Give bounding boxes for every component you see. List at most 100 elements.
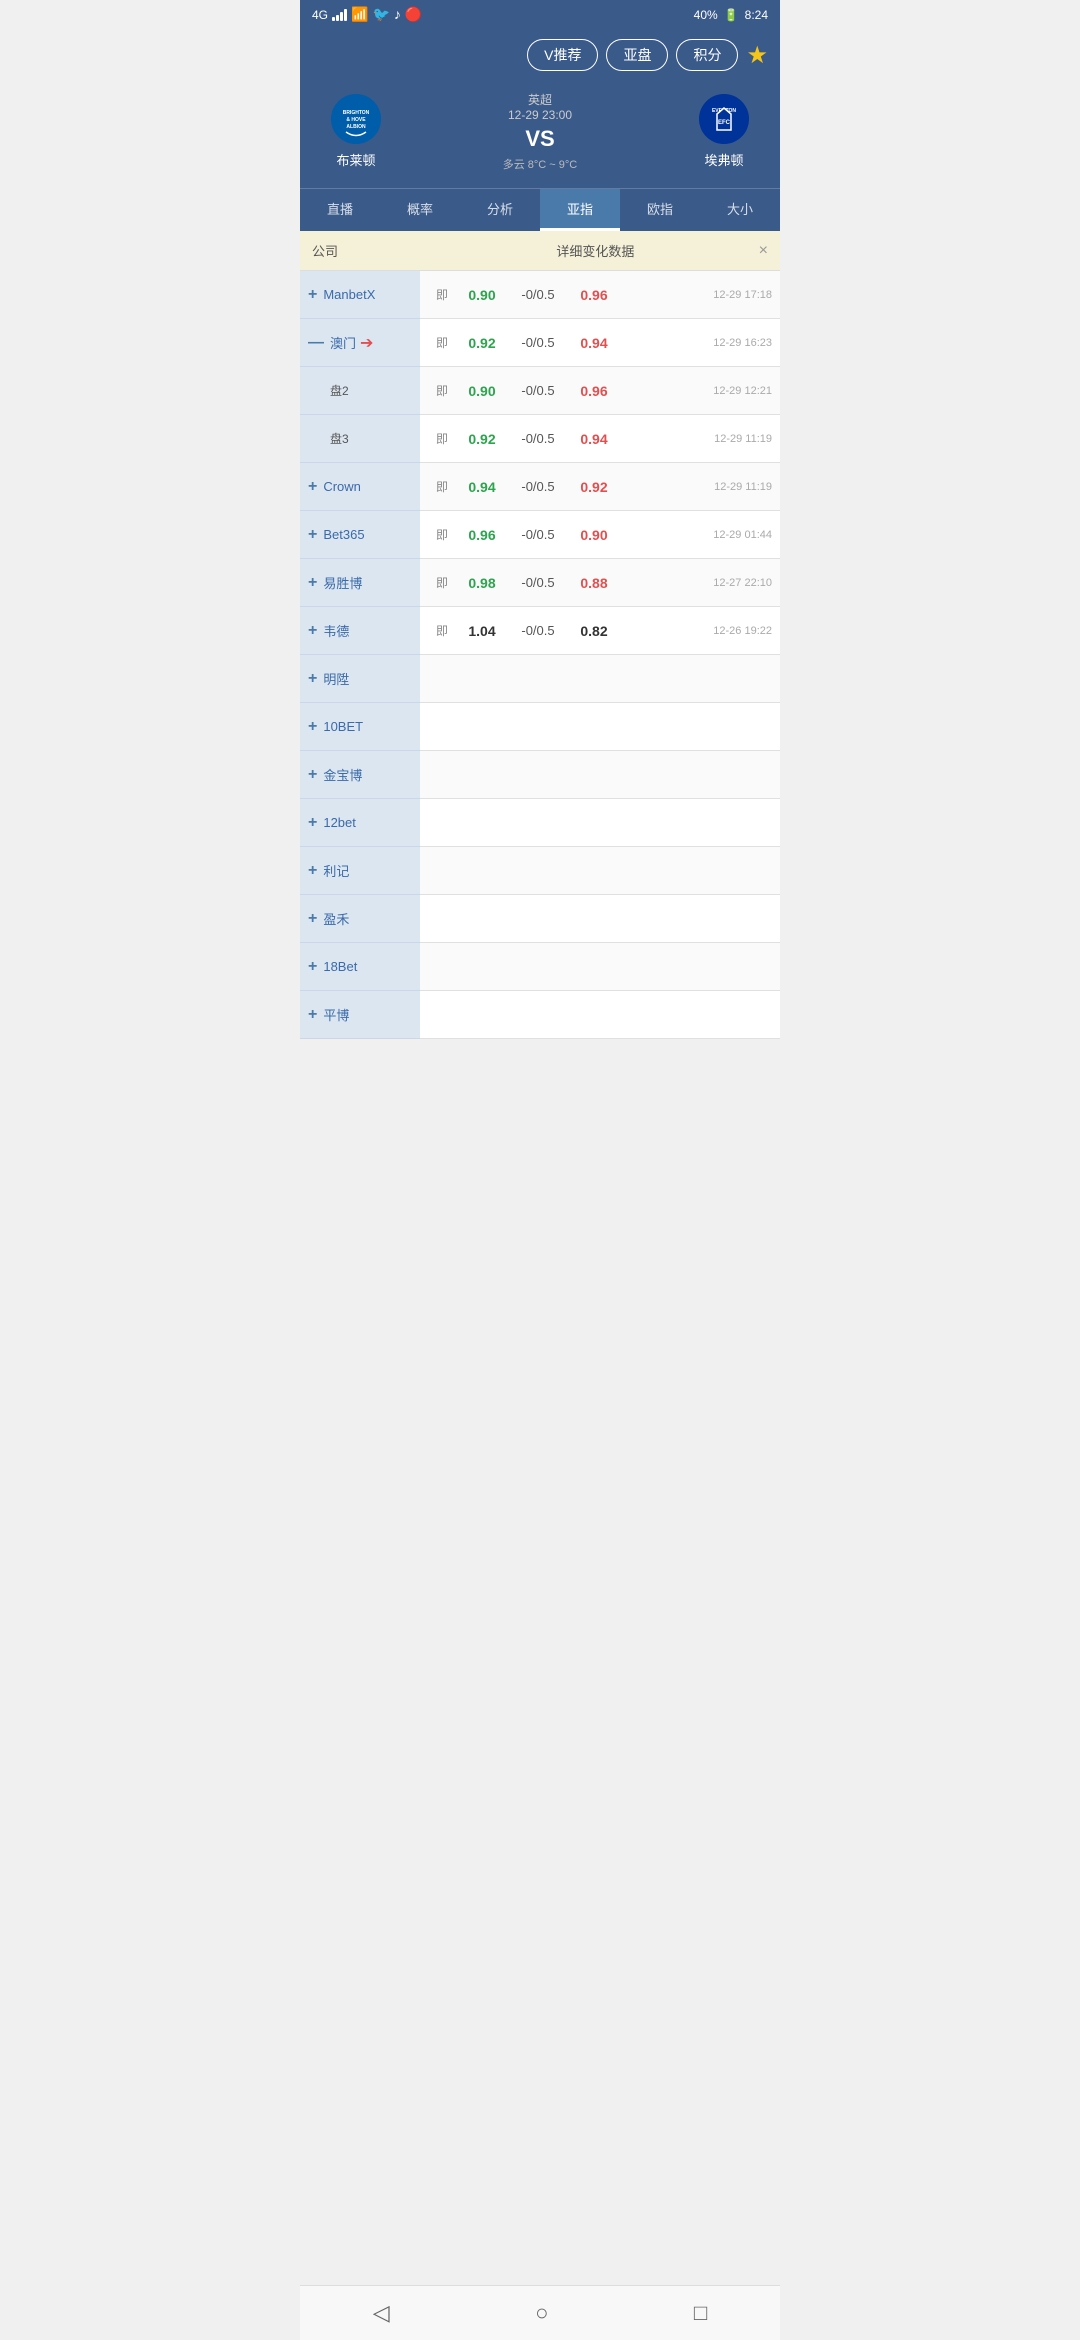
cell-odds1-3: 0.92 [456, 431, 508, 447]
cell-odds1-6: 0.98 [456, 575, 508, 591]
team-name-left: 布莱顿 [336, 150, 375, 169]
company-name-12bet: 12bet [323, 815, 356, 830]
app-icon-1: 🐦 [372, 6, 389, 23]
data-row-5: 即 0.96 -0/0.5 0.90 12-29 01:44 [420, 511, 780, 559]
cell-spread-0: -0/0.5 [508, 287, 568, 302]
data-row-2: 即 0.90 -0/0.5 0.96 12-29 12:21 [420, 367, 780, 415]
company-jinbaibo[interactable]: + 金宝博 [300, 751, 420, 799]
tab-asia-index[interactable]: 亚指 [540, 189, 620, 231]
cell-spread-4: -0/0.5 [508, 479, 568, 494]
company-18bet[interactable]: + 18Bet [300, 943, 420, 991]
cell-spread-2: -0/0.5 [508, 383, 568, 398]
data-row-4: 即 0.94 -0/0.5 0.92 12-29 11:19 [420, 463, 780, 511]
cell-ji-7: 即 [428, 622, 456, 639]
cell-time-1: 12-29 16:23 [620, 337, 772, 349]
company-bet365[interactable]: + Bet365 [300, 511, 420, 559]
th-company: 公司 [312, 241, 432, 260]
company-12bet[interactable]: + 12bet [300, 799, 420, 847]
company-manbetx[interactable]: + ManbetX [300, 271, 420, 319]
signal-bar-2 [336, 15, 339, 21]
cell-odds2-4: 0.92 [568, 479, 620, 495]
company-name-macau: 澳门 [330, 333, 356, 352]
score-button[interactable]: 积分 [676, 39, 738, 71]
recent-button[interactable]: □ [694, 2300, 707, 2326]
cell-odds1-2: 0.90 [456, 383, 508, 399]
company-pan3[interactable]: 盘3 [300, 415, 420, 463]
close-button[interactable]: × [759, 242, 768, 260]
expand-icon-yinghe: + [308, 910, 317, 928]
left-column: + ManbetX — 澳门 ➔ 盘2 盘3 + Crown + Bet365 [300, 271, 420, 1039]
brighton-logo-svg: BRIGHTON & HOVE ALBION [331, 94, 381, 144]
cell-odds1-0: 0.90 [456, 287, 508, 303]
svg-text:ALBION: ALBION [346, 124, 366, 130]
asia-odds-button[interactable]: 亚盘 [606, 39, 668, 71]
company-name-weide: 韦德 [323, 621, 349, 640]
tab-live[interactable]: 直播 [300, 189, 380, 231]
company-mingsheng[interactable]: + 明陞 [300, 655, 420, 703]
back-button[interactable]: ◁ [373, 2300, 390, 2326]
cell-ji-1: 即 [428, 334, 456, 351]
match-time: 12-29 23:00 [396, 108, 684, 122]
home-button[interactable]: ○ [535, 2300, 548, 2326]
cell-ji-3: 即 [428, 430, 456, 447]
team-logo-everton: EVERTON EFC [699, 94, 749, 144]
expand-icon-yishengbo: + [308, 574, 317, 592]
expand-icon-weide: + [308, 622, 317, 640]
cell-ji-6: 即 [428, 574, 456, 591]
team-name-right: 埃弗顿 [704, 150, 743, 169]
company-pingbo[interactable]: + 平博 [300, 991, 420, 1039]
company-macau[interactable]: — 澳门 ➔ [300, 319, 420, 367]
v-recommend-button[interactable]: V推荐 [527, 39, 598, 71]
cell-time-7: 12-26 19:22 [620, 625, 772, 637]
signal-bars [332, 9, 347, 21]
company-crown[interactable]: + Crown [300, 463, 420, 511]
company-yishengbo[interactable]: + 易胜博 [300, 559, 420, 607]
cell-odds2-7: 0.82 [568, 623, 620, 639]
expand-icon-10bet: + [308, 718, 317, 736]
battery-icon: 🔋 [724, 8, 739, 22]
tab-size[interactable]: 大小 [700, 189, 780, 231]
cell-spread-5: -0/0.5 [508, 527, 568, 542]
match-vs: VS [396, 126, 684, 152]
data-row-empty-9 [420, 703, 780, 751]
company-pan2[interactable]: 盘2 [300, 367, 420, 415]
cell-odds2-5: 0.90 [568, 527, 620, 543]
tab-analysis[interactable]: 分析 [460, 189, 540, 231]
match-header: BRIGHTON & HOVE ALBION 布莱顿 英超 12-29 23:0… [300, 81, 780, 188]
cell-time-0: 12-29 17:18 [620, 289, 772, 301]
team-logo-brighton: BRIGHTON & HOVE ALBION [331, 94, 381, 144]
tabs-row: 直播 概率 分析 亚指 欧指 大小 [300, 188, 780, 231]
company-weide[interactable]: + 韦德 [300, 607, 420, 655]
star-button[interactable]: ★ [746, 41, 768, 70]
data-row-empty-15 [420, 991, 780, 1039]
team-left: BRIGHTON & HOVE ALBION 布莱顿 [316, 94, 396, 169]
cell-odds2-6: 0.88 [568, 575, 620, 591]
tab-probability[interactable]: 概率 [380, 189, 460, 231]
cell-time-5: 12-29 01:44 [620, 529, 772, 541]
app-icons: 🐦 ♪ 🔴 [372, 6, 422, 23]
cell-odds1-4: 0.94 [456, 479, 508, 495]
signal-bar-4 [344, 9, 347, 21]
team-right: EVERTON EFC 埃弗顿 [684, 94, 764, 169]
app-icon-2: ♪ [394, 6, 401, 23]
company-name-yinghe: 盈禾 [323, 909, 349, 928]
cell-odds2-0: 0.96 [568, 287, 620, 303]
company-liji[interactable]: + 利记 [300, 847, 420, 895]
signal-label: 4G [312, 8, 328, 22]
expand-icon-liji: + [308, 862, 317, 880]
expand-icon-bet365: + [308, 526, 317, 544]
expand-icon-18bet: + [308, 958, 317, 976]
company-name-bet365: Bet365 [323, 527, 364, 542]
data-row-1: 即 0.92 -0/0.5 0.94 12-29 16:23 [420, 319, 780, 367]
company-name-yishengbo: 易胜博 [323, 573, 362, 592]
tab-euro-index[interactable]: 欧指 [620, 189, 700, 231]
cell-spread-3: -0/0.5 [508, 431, 568, 446]
cell-ji-5: 即 [428, 526, 456, 543]
cell-ji-0: 即 [428, 286, 456, 303]
cell-odds2-3: 0.94 [568, 431, 620, 447]
company-yinghe[interactable]: + 盈禾 [300, 895, 420, 943]
signal-bar-3 [340, 12, 343, 21]
cell-time-4: 12-29 11:19 [620, 481, 772, 493]
company-name-pan2: 盘2 [330, 382, 349, 399]
company-10bet[interactable]: + 10BET [300, 703, 420, 751]
